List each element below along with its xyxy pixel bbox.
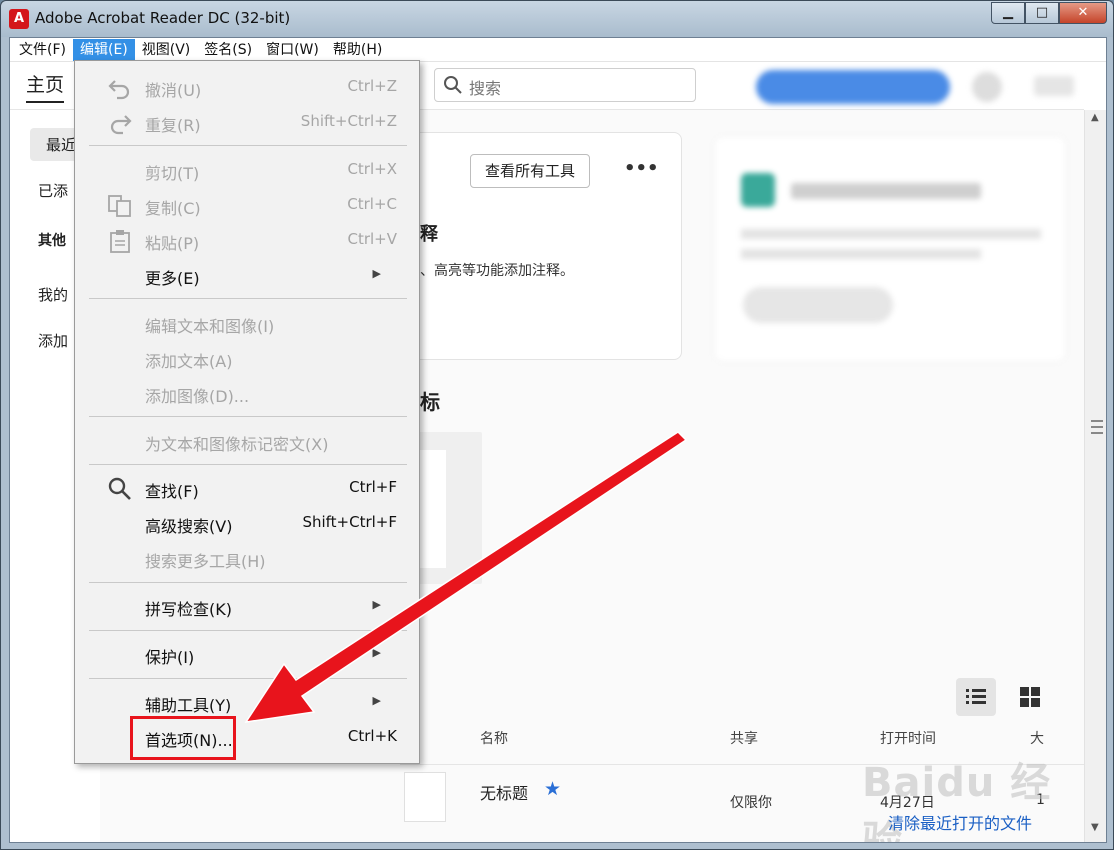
annotation-arrow (244, 431, 688, 723)
annotation-arrow-shape (244, 431, 688, 723)
